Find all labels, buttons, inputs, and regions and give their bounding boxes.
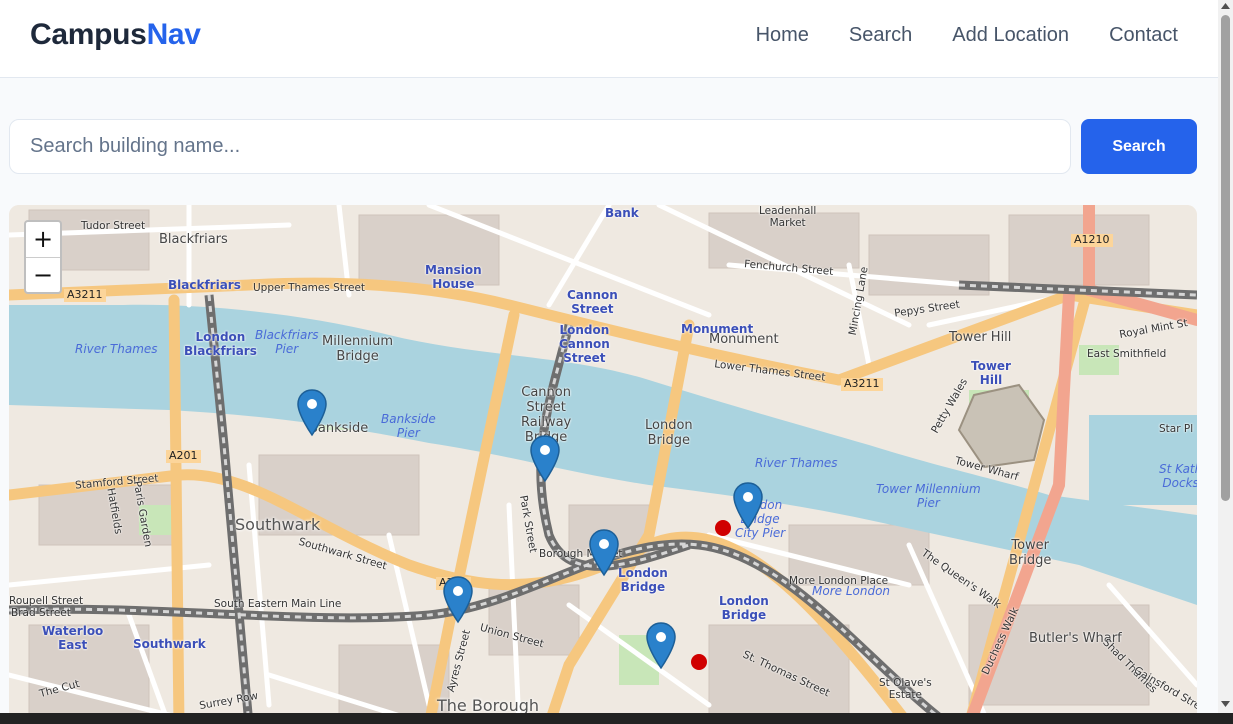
map-label-street: Roupell Street: [9, 595, 84, 607]
map-label-street: Star Pl: [1159, 423, 1194, 435]
map-label-water: Bankside Pier: [381, 412, 436, 440]
map-label-water: River Thames: [75, 342, 158, 356]
map-label-area: Tower Bridge: [1009, 538, 1052, 568]
map-label-water: St Kath Docks: [1159, 462, 1197, 490]
map-label-station: London Blackfriars: [184, 330, 257, 358]
map-label-street: Brad Street: [11, 607, 71, 619]
map-label-street: Leadenhall Market: [759, 205, 817, 230]
map-label-water: Blackfriars Pier: [255, 328, 319, 356]
map-label-street: South Eastern Main Line: [214, 598, 342, 610]
map-label-street: Tudor Street: [81, 220, 146, 232]
scroll-down-arrow-icon[interactable]: [1219, 698, 1232, 710]
map-label-station: Waterloo East: [42, 624, 104, 652]
scrollbar-thumb[interactable]: [1221, 15, 1230, 501]
map-label-street: More London Place: [789, 575, 889, 587]
map-pin-icon[interactable]: [443, 576, 473, 624]
nav-link-home[interactable]: Home: [756, 24, 809, 47]
map-label-water: Tower Millennium Pier: [876, 482, 981, 510]
map-label-station: Mansion House: [425, 263, 482, 291]
map-pin-icon[interactable]: [530, 435, 560, 483]
map-label-area: Southwark: [235, 515, 321, 534]
map-label-water: River Thames: [755, 456, 838, 470]
brand-name-primary: Campus: [30, 18, 147, 51]
map-pin-icon[interactable]: [589, 529, 619, 577]
hospital-icon: [691, 654, 707, 670]
brand-name-accent: Nav: [146, 18, 201, 51]
map-label-road: A201: [166, 449, 201, 463]
search-button[interactable]: Search: [1081, 119, 1197, 174]
map-label-station: Southwark: [133, 637, 206, 651]
nav-link-contact[interactable]: Contact: [1109, 24, 1178, 47]
map-label-station: London Bridge: [618, 566, 668, 594]
map-label-area: Monument: [709, 332, 779, 347]
map-label-station: London Bridge: [719, 594, 769, 622]
map-label-area: Blackfriars: [159, 232, 228, 247]
zoom-control: + −: [24, 220, 62, 294]
map-label-station: Tower Hill: [971, 359, 1011, 387]
brand-logo[interactable]: CampusNav: [30, 18, 201, 52]
bottom-bar: [0, 713, 1233, 724]
map-label-street: Upper Thames Street: [253, 282, 366, 294]
map-label-road: A3211: [841, 377, 883, 391]
navbar: CampusNav Home Search Add Location Conta…: [0, 0, 1218, 78]
zoom-out-button[interactable]: −: [26, 257, 60, 292]
map-label-area: Tower Hill: [949, 330, 1012, 345]
zoom-in-button[interactable]: +: [26, 222, 60, 257]
nav-link-add-location[interactable]: Add Location: [952, 24, 1069, 47]
map-label-area: Millennium Bridge: [322, 334, 394, 364]
map-pin-icon[interactable]: [733, 482, 763, 530]
map-pin-icon[interactable]: [297, 389, 327, 437]
map-label-station: London Cannon Street: [559, 323, 610, 365]
map-label-road: A3211: [64, 288, 106, 302]
hospital-icon: [715, 520, 731, 536]
map-pin-icon[interactable]: [646, 622, 676, 670]
search-input[interactable]: [9, 119, 1071, 174]
map-label-station: Bank: [605, 206, 639, 220]
map-label-area: London Bridge: [645, 418, 693, 448]
map-label-station: Cannon Street: [567, 288, 618, 316]
nav-links: Home Search Add Location Contact: [756, 24, 1178, 47]
map-label-road: A1210: [1071, 233, 1113, 247]
map-label-station: Blackfriars: [168, 278, 241, 292]
nav-link-search[interactable]: Search: [849, 24, 912, 47]
map-label-street: East Smithfield: [1087, 348, 1167, 360]
map-container[interactable]: Blackfriars Blackfriars London Blackfria…: [9, 205, 1197, 724]
map-label-street: St Olave's Estate: [879, 677, 932, 702]
scroll-up-arrow-icon[interactable]: [1219, 0, 1232, 12]
map-label-water: More London: [812, 584, 891, 598]
